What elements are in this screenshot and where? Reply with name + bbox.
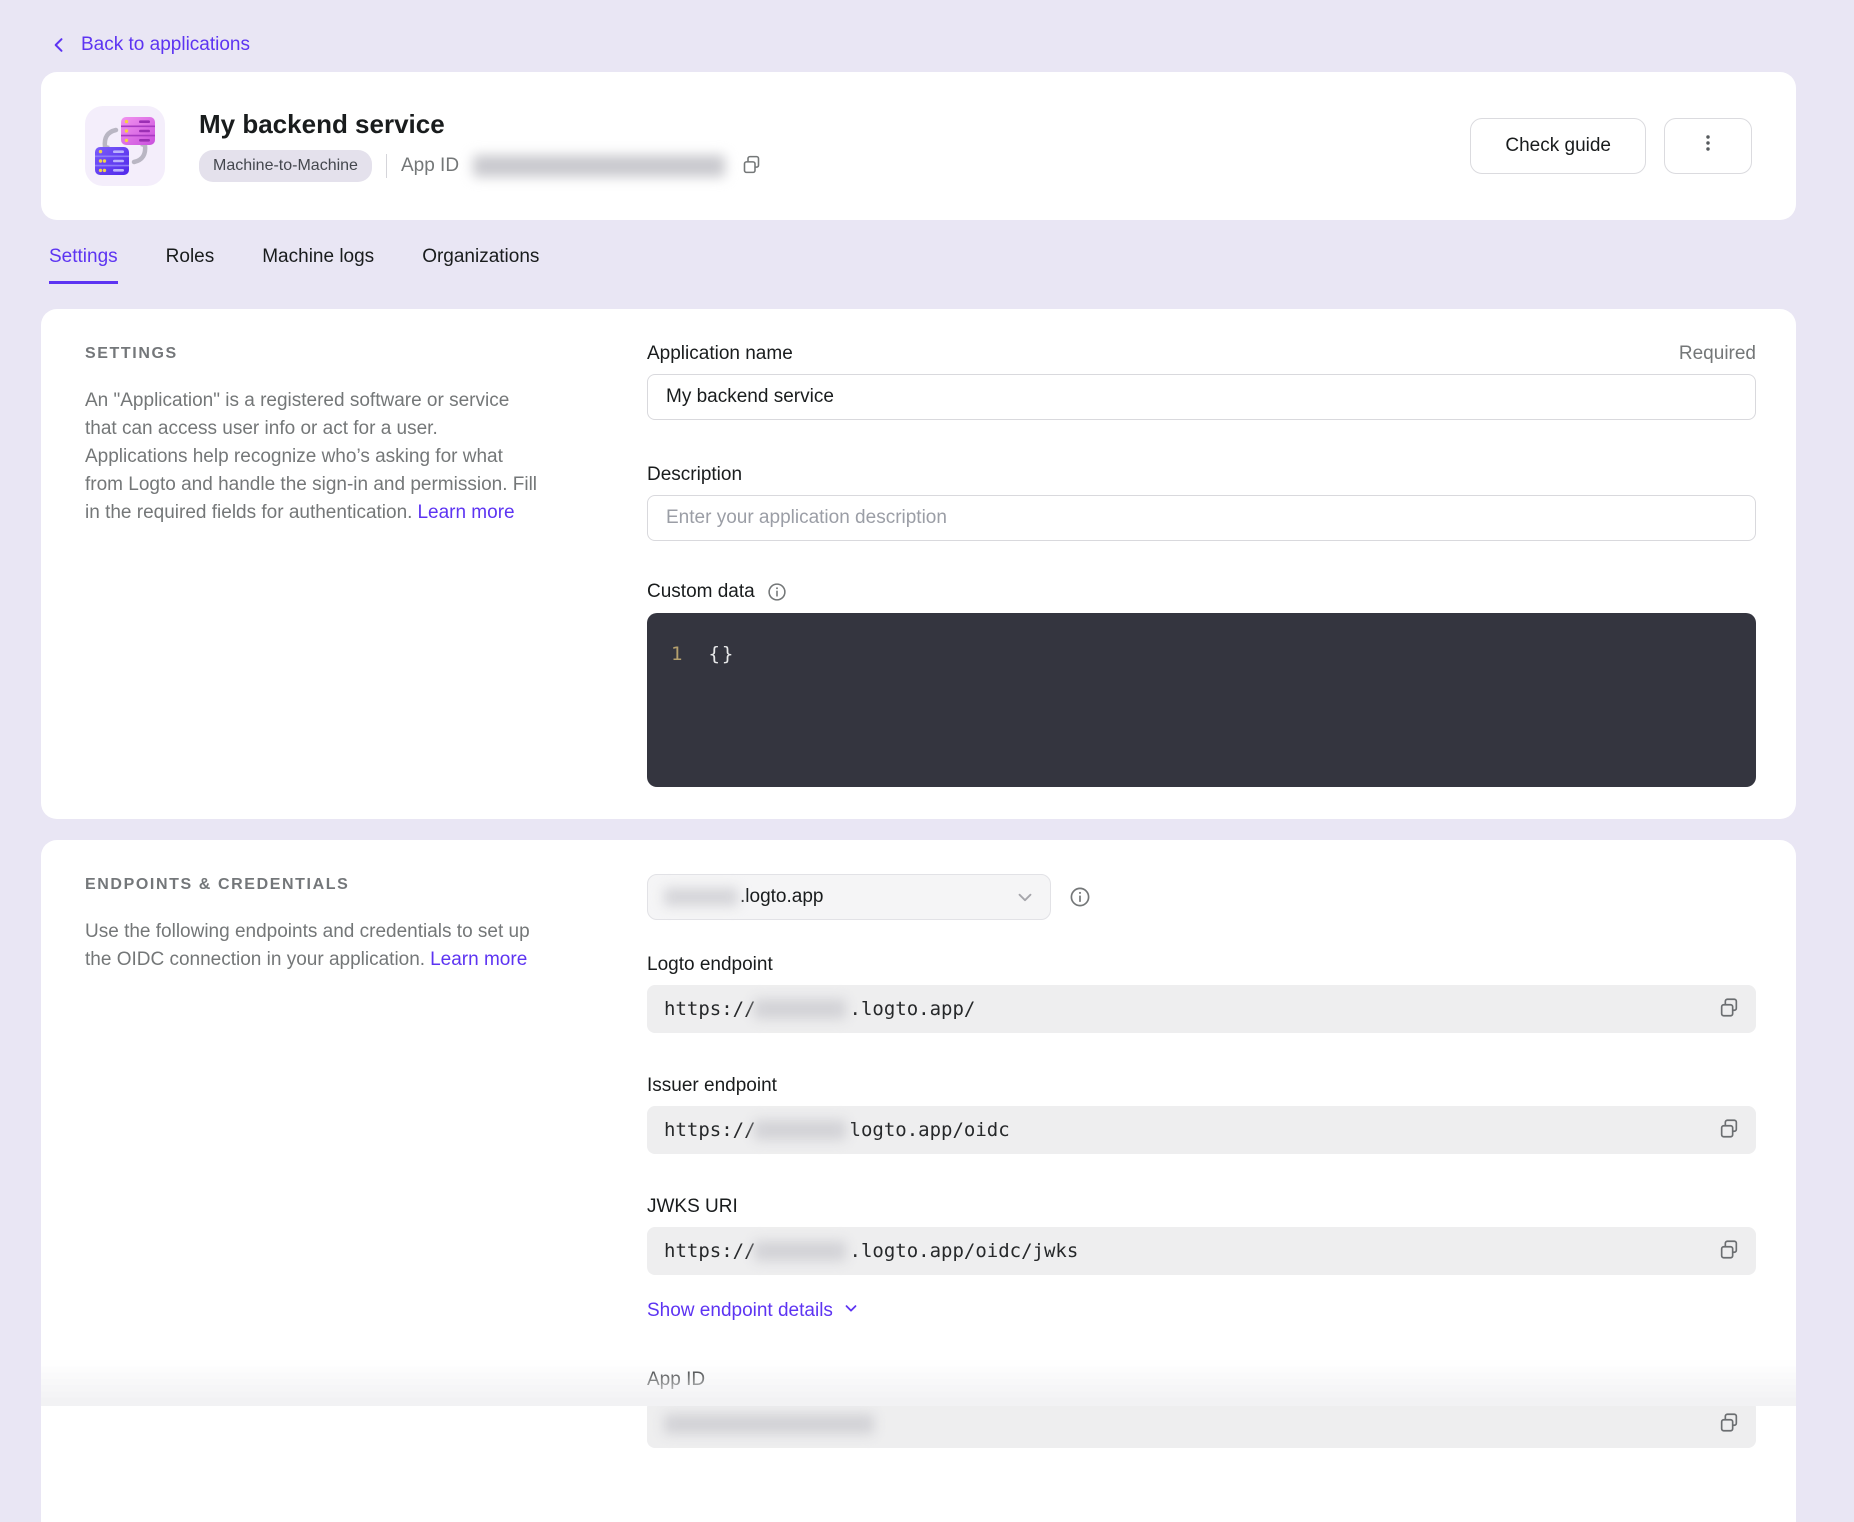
description-input[interactable] [647, 495, 1756, 541]
chevron-down-icon [842, 1299, 860, 1323]
description-label: Description [647, 464, 1756, 486]
logto-endpoint-label: Logto endpoint [647, 954, 1756, 976]
page-title: My backend service [199, 110, 764, 140]
chevron-down-icon [1014, 886, 1036, 908]
app-meta-row: Machine-to-Machine App ID [199, 150, 764, 182]
logto-endpoint-group: Logto endpoint https:// .logto.app/ [647, 954, 1756, 1033]
back-link-label: Back to applications [81, 34, 250, 56]
settings-description: An "Application" is a registered softwar… [85, 387, 540, 527]
tenant-domain-info-icon[interactable] [1068, 885, 1092, 909]
tenant-domain-row: .logto.app [647, 874, 1756, 920]
app-type-badge: Machine-to-Machine [199, 150, 372, 182]
tenant-domain-suffix: .logto.app [740, 886, 823, 908]
endpoint-suffix: logto.app/oidc [850, 1119, 1010, 1141]
custom-data-label: Custom data [647, 581, 755, 603]
settings-card: SETTINGS An "Application" is a registere… [41, 309, 1796, 819]
settings-form: Application name Required Description Cu… [647, 343, 1756, 787]
app-header-card: My backend service Machine-to-Machine Ap… [41, 72, 1796, 220]
copy-icon [1718, 1239, 1740, 1264]
application-name-input[interactable] [647, 374, 1756, 420]
application-name-label: Application name [647, 343, 793, 365]
issuer-endpoint-group: Issuer endpoint https:// logto.app/oidc [647, 1075, 1756, 1154]
settings-learn-more-link[interactable]: Learn more [417, 502, 514, 523]
tenant-domain-masked [664, 888, 738, 906]
logto-endpoint-value: https:// .logto.app/ [647, 985, 1756, 1033]
required-badge: Required [1679, 343, 1756, 365]
back-icon [49, 35, 69, 55]
settings-card-intro: SETTINGS An "Application" is a registere… [85, 343, 540, 787]
copy-app-id-field-button[interactable] [1714, 1408, 1744, 1441]
copy-jwks-uri-button[interactable] [1714, 1235, 1744, 1268]
endpoints-form: .logto.app Logto endpoint https:// .logt [647, 874, 1756, 1490]
copy-icon [1718, 1118, 1740, 1143]
app-id-field-value [647, 1400, 1756, 1448]
kebab-icon [1697, 132, 1719, 160]
endpoint-suffix: .logto.app/ [850, 998, 976, 1020]
endpoints-card-intro: ENDPOINTS & CREDENTIALS Use the followin… [85, 874, 540, 1490]
app-header-info: My backend service Machine-to-Machine Ap… [85, 106, 764, 186]
meta-divider [386, 154, 387, 178]
endpoints-description: Use the following endpoints and credenti… [85, 918, 540, 974]
tab-settings[interactable]: Settings [49, 246, 118, 284]
tenant-domain-select[interactable]: .logto.app [647, 874, 1051, 920]
back-to-applications-link[interactable]: Back to applications [49, 34, 250, 56]
copy-icon [741, 154, 762, 178]
app-header-text: My backend service Machine-to-Machine Ap… [199, 110, 764, 183]
app-id-label: App ID [401, 155, 459, 177]
show-endpoint-details-label: Show endpoint details [647, 1300, 833, 1322]
endpoint-prefix: https:// [664, 1119, 756, 1141]
app-id-group: App ID [647, 1369, 1756, 1448]
jwks-uri-group: JWKS URI https:// .logto.app/oidc/jwks [647, 1196, 1756, 1275]
jwks-uri-label: JWKS URI [647, 1196, 1756, 1218]
endpoint-masked [754, 999, 846, 1019]
editor-line-number: 1 [671, 643, 682, 665]
custom-data-group: Custom data 1 {} [647, 581, 1756, 787]
more-actions-button[interactable] [1664, 118, 1752, 174]
issuer-endpoint-label: Issuer endpoint [647, 1075, 1756, 1097]
tab-organizations[interactable]: Organizations [422, 246, 539, 284]
copy-issuer-endpoint-button[interactable] [1714, 1114, 1744, 1147]
custom-data-info-icon[interactable] [766, 581, 788, 603]
copy-icon [1718, 1412, 1740, 1437]
header-actions: Check guide [1470, 118, 1752, 174]
app-id-field-label: App ID [647, 1369, 1756, 1391]
app-id-field-masked [664, 1414, 874, 1434]
endpoint-masked [754, 1241, 846, 1261]
application-details-page: Back to applications [0, 0, 1854, 1406]
endpoints-learn-more-link[interactable]: Learn more [430, 949, 527, 970]
endpoint-suffix: .logto.app/oidc/jwks [850, 1240, 1079, 1262]
endpoints-card: ENDPOINTS & CREDENTIALS Use the followin… [41, 840, 1796, 1522]
description-group: Description [647, 464, 1756, 541]
endpoint-prefix: https:// [664, 1240, 756, 1262]
copy-icon [1718, 997, 1740, 1022]
tab-bar: Settings Roles Machine logs Organization… [49, 246, 1796, 284]
editor-content: {} [708, 643, 735, 665]
copy-app-id-button[interactable] [739, 152, 764, 180]
issuer-endpoint-value: https:// logto.app/oidc [647, 1106, 1756, 1154]
custom-data-code-editor[interactable]: 1 {} [647, 613, 1756, 787]
application-name-group: Application name Required [647, 343, 1756, 420]
check-guide-button[interactable]: Check guide [1470, 118, 1646, 174]
endpoint-prefix: https:// [664, 998, 756, 1020]
app-logo-icon [85, 106, 165, 186]
app-id-masked-value [473, 155, 725, 177]
endpoint-masked [754, 1120, 846, 1140]
copy-logto-endpoint-button[interactable] [1714, 993, 1744, 1026]
endpoints-heading: ENDPOINTS & CREDENTIALS [85, 876, 540, 894]
settings-heading: SETTINGS [85, 345, 540, 363]
show-endpoint-details-link[interactable]: Show endpoint details [647, 1299, 860, 1323]
jwks-uri-value: https:// .logto.app/oidc/jwks [647, 1227, 1756, 1275]
tab-machine-logs[interactable]: Machine logs [262, 246, 374, 284]
tab-roles[interactable]: Roles [166, 246, 215, 284]
